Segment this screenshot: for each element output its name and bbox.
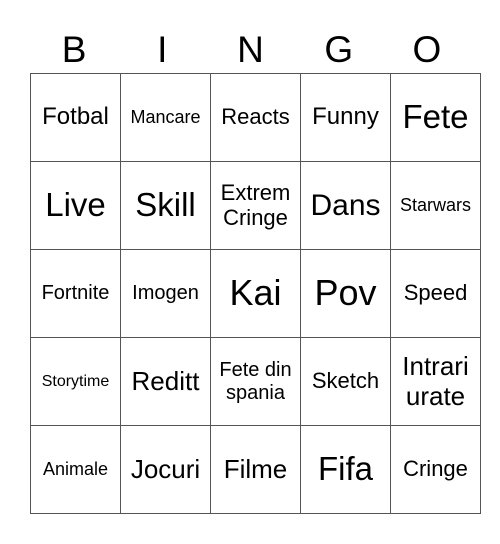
bingo-cell[interactable]: Extrem Cringe [210, 161, 301, 250]
bingo-cell[interactable]: Dans [300, 161, 391, 250]
bingo-cell[interactable]: Reacts [210, 73, 301, 162]
bingo-cell[interactable]: Funny [300, 73, 391, 162]
header-letter-b: B [61, 29, 87, 70]
bingo-cell[interactable]: Cringe [390, 425, 481, 514]
board-row: Storytime Reditt Fete din spania Sketch … [30, 337, 481, 426]
bingo-cell[interactable]: Fifa [300, 425, 391, 514]
header-letter-o: O [412, 29, 442, 70]
bingo-cell[interactable]: Fotbal [30, 73, 121, 162]
bingo-cell[interactable]: Mancare [120, 73, 211, 162]
bingo-cell[interactable]: Pov [300, 249, 391, 338]
board-row: Live Skill Extrem Cringe Dans Starwars [30, 161, 481, 250]
bingo-cell[interactable]: Intrari urate [390, 337, 481, 426]
bingo-cell[interactable]: Reditt [120, 337, 211, 426]
bingo-cell[interactable]: Fortnite [30, 249, 121, 338]
bingo-cell[interactable]: Sketch [300, 337, 391, 426]
bingo-cell[interactable]: Skill [120, 161, 211, 250]
bingo-cell[interactable]: Jocuri [120, 425, 211, 514]
bingo-cell[interactable]: Kai [210, 249, 301, 338]
header-letter-i: I [157, 29, 168, 70]
bingo-cell[interactable]: Speed [390, 249, 481, 338]
bingo-cell[interactable]: Starwars [390, 161, 481, 250]
bingo-cell[interactable]: Fete din spania [210, 337, 301, 426]
bingo-cell[interactable]: Fete [390, 73, 481, 162]
bingo-cell[interactable]: Imogen [120, 249, 211, 338]
bingo-cell[interactable]: Animale [30, 425, 121, 514]
bingo-cell[interactable]: Storytime [30, 337, 121, 426]
header-letter-g: G [324, 29, 354, 70]
board-row: Fotbal Mancare Reacts Funny Fete [30, 73, 481, 162]
header-letter-n: N [237, 29, 264, 70]
board-row: Animale Jocuri Filme Fifa Cringe [30, 425, 481, 514]
board-row: Fortnite Imogen Kai Pov Speed [30, 249, 481, 338]
bingo-board: Fotbal Mancare Reacts Funny Fete Live Sk… [30, 73, 481, 514]
bingo-cell[interactable]: Filme [210, 425, 301, 514]
bingo-header: B I N G O [30, 28, 471, 72]
bingo-cell[interactable]: Live [30, 161, 121, 250]
